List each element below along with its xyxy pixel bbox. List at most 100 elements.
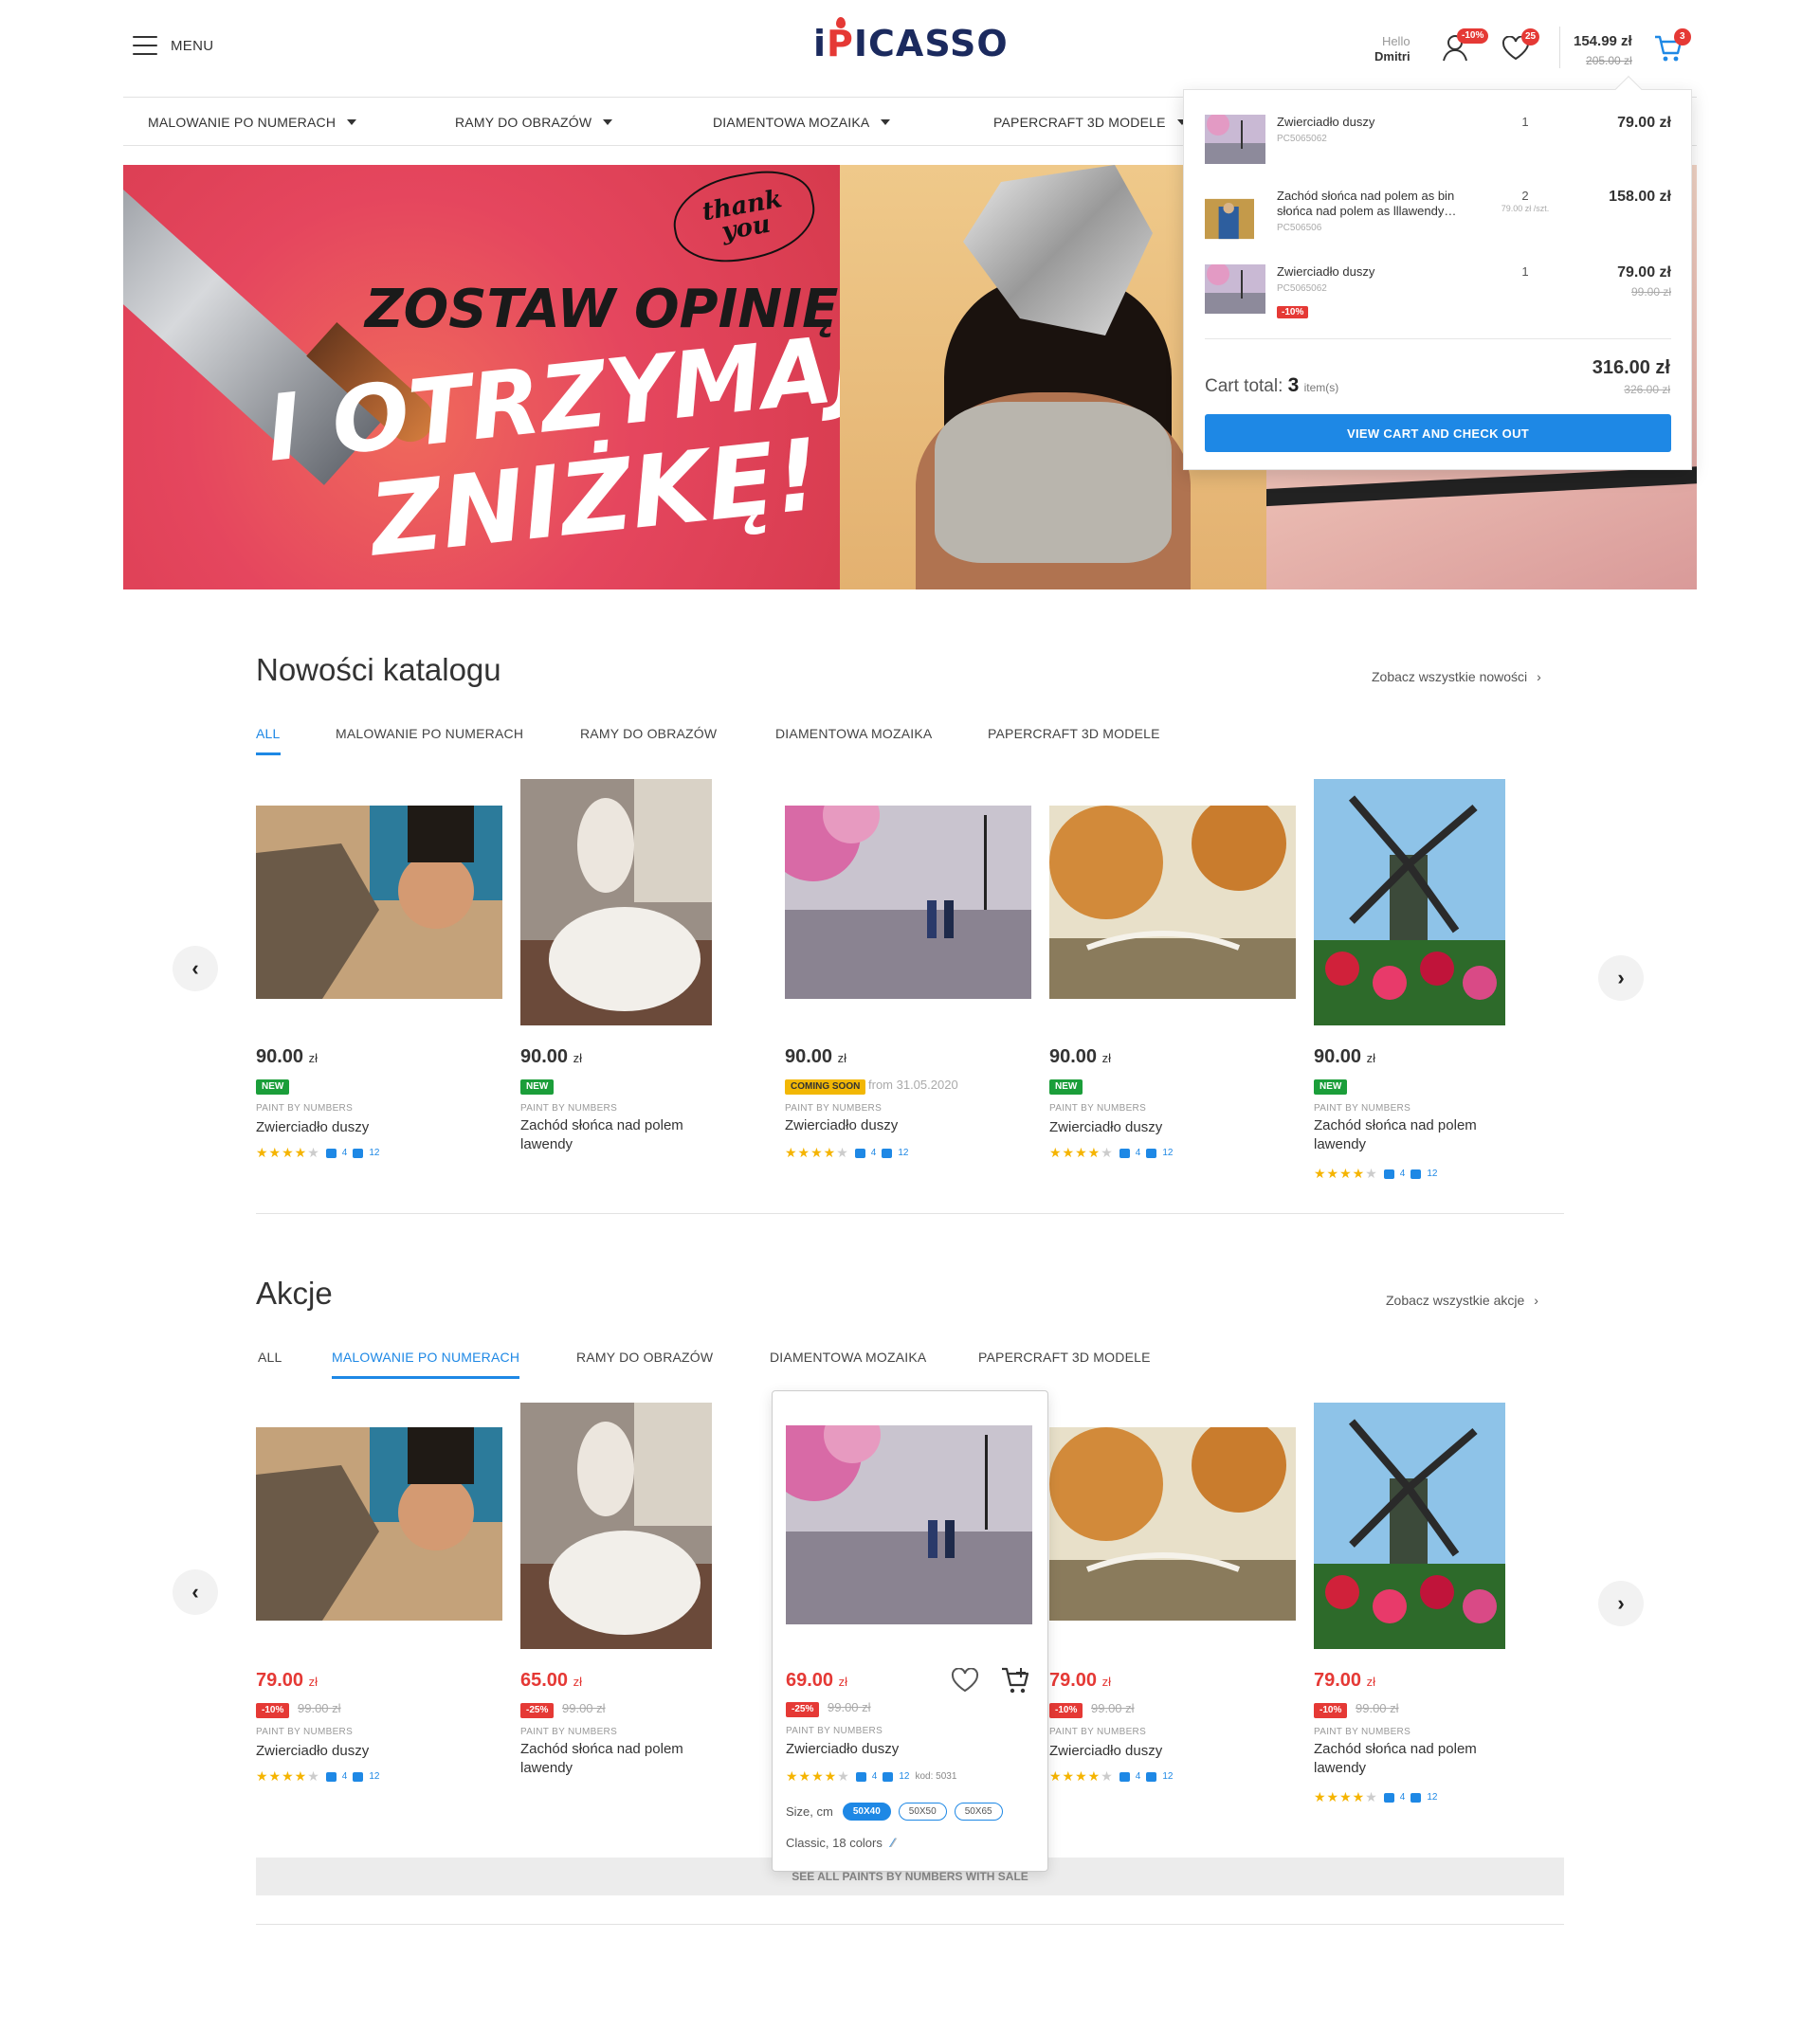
cart-item[interactable]: Zachód słońca nad polem as bin słońca na…	[1205, 189, 1671, 255]
discount-badge: -25%	[786, 1702, 820, 1717]
size-option-50x40[interactable]: 50X40	[842, 1803, 891, 1821]
cart-item[interactable]: Zwierciadło duszy PC5065062 1 79.00 zł	[1205, 115, 1671, 181]
hamburger-icon	[133, 36, 157, 55]
cart-item-qty: 1	[1521, 115, 1529, 129]
product-name: Zwierciadło duszy	[785, 1117, 899, 1133]
size-label: Size, cm	[786, 1804, 833, 1819]
product-meta: ★★★★★ 4 12	[256, 1768, 380, 1784]
dropdown-divider	[1205, 338, 1671, 339]
product-image-windmill	[1314, 1403, 1505, 1649]
cart-total-label: Cart total: 3 item(s)	[1205, 374, 1339, 396]
comment-icon	[854, 1148, 865, 1158]
see-all-news-link[interactable]: Zobacz wszystkie nowości ›	[1372, 669, 1541, 684]
new-badge: NEW	[1314, 1079, 1348, 1095]
product-name: Zwierciadło duszy	[1049, 1743, 1163, 1759]
news-tab-papercraft[interactable]: PAPERCRAFT 3D MODELE	[988, 726, 1160, 741]
thank-you-bubble: thank you	[666, 165, 822, 272]
sale-tab-ramy[interactable]: RAMY DO OBRAZÓW	[576, 1350, 713, 1365]
photo-icon	[1410, 1169, 1422, 1179]
hero-figure-shirt	[935, 402, 1172, 563]
cart-item[interactable]: Zwierciadło duszy PC5065062 -10% 1 79.00 …	[1205, 264, 1671, 331]
carousel-prev-button[interactable]: ‹	[173, 1569, 218, 1615]
cart-count-badge: 3	[1674, 28, 1691, 45]
cart-item-thumbnail	[1205, 198, 1254, 240]
sale-tab-malowanie[interactable]: MALOWANIE PO NUMERACH	[332, 1350, 520, 1379]
see-all-sale-link[interactable]: Zobacz wszystkie akcje ›	[1386, 1293, 1538, 1308]
product-card-hover[interactable]: 69.00 zł -25% 99.00 zł PAINT BY NUMBERS …	[772, 1390, 1048, 1872]
user-name: Dmitri	[1374, 49, 1410, 63]
nav-item-diamentowa[interactable]: DIAMENTOWA MOZAIKA	[713, 115, 891, 130]
add-to-cart-icon[interactable]	[1000, 1666, 1030, 1699]
new-badge: NEW	[256, 1079, 290, 1095]
frame-graphic	[1266, 465, 1697, 507]
rating-stars: ★★★★★	[786, 1768, 850, 1784]
sale-tab-all[interactable]: ALL	[258, 1350, 282, 1365]
nav-item-ramy[interactable]: RAMY DO OBRAZÓW	[455, 115, 613, 130]
size-option-50x65[interactable]: 50X65	[954, 1803, 1003, 1821]
news-tab-ramy[interactable]: RAMY DO OBRAZÓW	[580, 726, 717, 741]
caret-down-icon	[347, 119, 357, 125]
comment-icon	[325, 1148, 337, 1158]
cart-dropdown: Zwierciadło duszy PC5065062 1 79.00 zł Za…	[1183, 89, 1692, 470]
photo-icon	[1146, 1771, 1157, 1782]
product-category: PAINT BY NUMBERS	[520, 1103, 618, 1114]
carousel-next-button[interactable]: ›	[1598, 1581, 1644, 1626]
discount-badge: -25%	[520, 1703, 555, 1718]
product-image-ballerina	[520, 1403, 712, 1649]
cart-item-price: 79.00 zł	[1617, 115, 1671, 131]
carousel-next-button[interactable]: ›	[1598, 955, 1644, 1001]
coming-soon-badge: COMING SOON	[785, 1079, 866, 1095]
photo-icon	[883, 1771, 894, 1782]
product-category: PAINT BY NUMBERS	[785, 1103, 883, 1114]
product-image-autumn-bridge	[1049, 806, 1296, 999]
chevron-left-icon: ‹	[191, 956, 199, 980]
news-section-title: Nowości katalogu	[256, 652, 501, 687]
news-tab-malowanie[interactable]: MALOWANIE PO NUMERACH	[336, 726, 523, 741]
old-price: 99.00 zł	[828, 1700, 871, 1714]
product-name: Zwierciadło duszy	[786, 1741, 900, 1757]
news-tab-all[interactable]: ALL	[256, 726, 281, 755]
cart-item-name: Zwierciadło duszy PC5065062	[1277, 115, 1375, 144]
rating-stars: ★★★★★	[1049, 1768, 1114, 1784]
comment-icon	[1383, 1169, 1394, 1179]
sale-tab-papercraft[interactable]: PAPERCRAFT 3D MODELE	[978, 1350, 1151, 1365]
product-meta: ★★★★★ 4 12	[785, 1145, 909, 1160]
cart-item-name: Zachód słońca nad polem as bin słońca na…	[1277, 189, 1457, 233]
sale-tab-diamentowa[interactable]: DIAMENTOWA MOZAIKA	[770, 1350, 926, 1365]
nav-item-malowanie[interactable]: MALOWANIE PO NUMERACH	[148, 115, 357, 130]
menu-label: MENU	[171, 37, 214, 54]
cart-item-price: 158.00 zł	[1609, 189, 1671, 205]
product-image-wolf	[256, 1427, 502, 1621]
account-greeting[interactable]: Hello Dmitri	[1374, 34, 1410, 64]
product-name: Zwierciadło duszy	[256, 1119, 370, 1135]
cart-summary[interactable]: 154.99 zł 205.00 zł	[1574, 32, 1632, 70]
discount-badge: -10%	[256, 1703, 290, 1718]
chevron-left-icon: ‹	[191, 1580, 199, 1604]
section-divider	[256, 1924, 1564, 1925]
cart-item-qty: 2	[1521, 189, 1529, 203]
wishlist-count-badge: 25	[1521, 28, 1540, 45]
size-selector: Size, cm 50X40 50X50 50X65	[786, 1803, 1010, 1821]
logo[interactable]: iPICASSO	[813, 17, 1009, 64]
menu-button[interactable]: MENU	[133, 36, 213, 55]
comment-icon	[1119, 1771, 1130, 1782]
nav-item-papercraft[interactable]: PAPERCRAFT 3D MODELE	[993, 115, 1187, 130]
hero-banner-promo[interactable]: thank you ZOSTAW OPINIĘ I OTRZYMAJ ZNIŻKĘ…	[123, 165, 840, 589]
product-image-city-walk	[785, 806, 1031, 999]
cart-old-amount: 205.00 zł	[1586, 54, 1632, 67]
view-cart-checkout-button[interactable]: VIEW CART AND CHECK OUT	[1205, 414, 1671, 452]
product-image-ballerina	[520, 779, 712, 1025]
discount-badge: -10%	[1314, 1703, 1348, 1718]
comment-icon	[325, 1771, 337, 1782]
news-tab-diamentowa[interactable]: DIAMENTOWA MOZAIKA	[775, 726, 932, 741]
chevron-right-icon: ›	[1617, 1591, 1625, 1615]
chevron-right-icon: ›	[1537, 669, 1541, 684]
old-price: 99.00 zł	[298, 1701, 341, 1715]
discount-badge: -10%	[1049, 1703, 1083, 1718]
carousel-prev-button[interactable]: ‹	[173, 946, 218, 991]
chevron-right-icon: ›	[1534, 1293, 1538, 1308]
color-set-info: Classic, 18 colors ⁄⁄⁄⁄⁄	[786, 1835, 896, 1850]
add-to-wishlist-icon[interactable]	[951, 1667, 979, 1697]
size-option-50x50[interactable]: 50X50	[898, 1803, 947, 1821]
photo-icon	[1410, 1792, 1422, 1803]
